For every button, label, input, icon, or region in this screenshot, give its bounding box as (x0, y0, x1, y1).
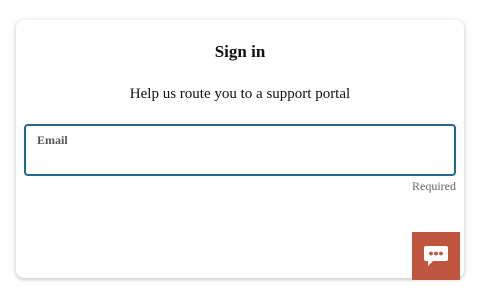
email-label: Email (37, 133, 68, 147)
email-input[interactable] (37, 150, 445, 170)
page: Sign in Help us route you to a support p… (0, 0, 480, 300)
page-subtitle: Help us route you to a support portal (129, 86, 351, 102)
chat-button[interactable] (412, 232, 460, 280)
email-field[interactable]: Email (24, 124, 456, 176)
page-title: Sign in (214, 42, 266, 61)
chat-bubble-icon (424, 246, 448, 266)
required-hint: Required (412, 179, 456, 193)
signin-card: Sign in Help us route you to a support p… (16, 20, 464, 278)
